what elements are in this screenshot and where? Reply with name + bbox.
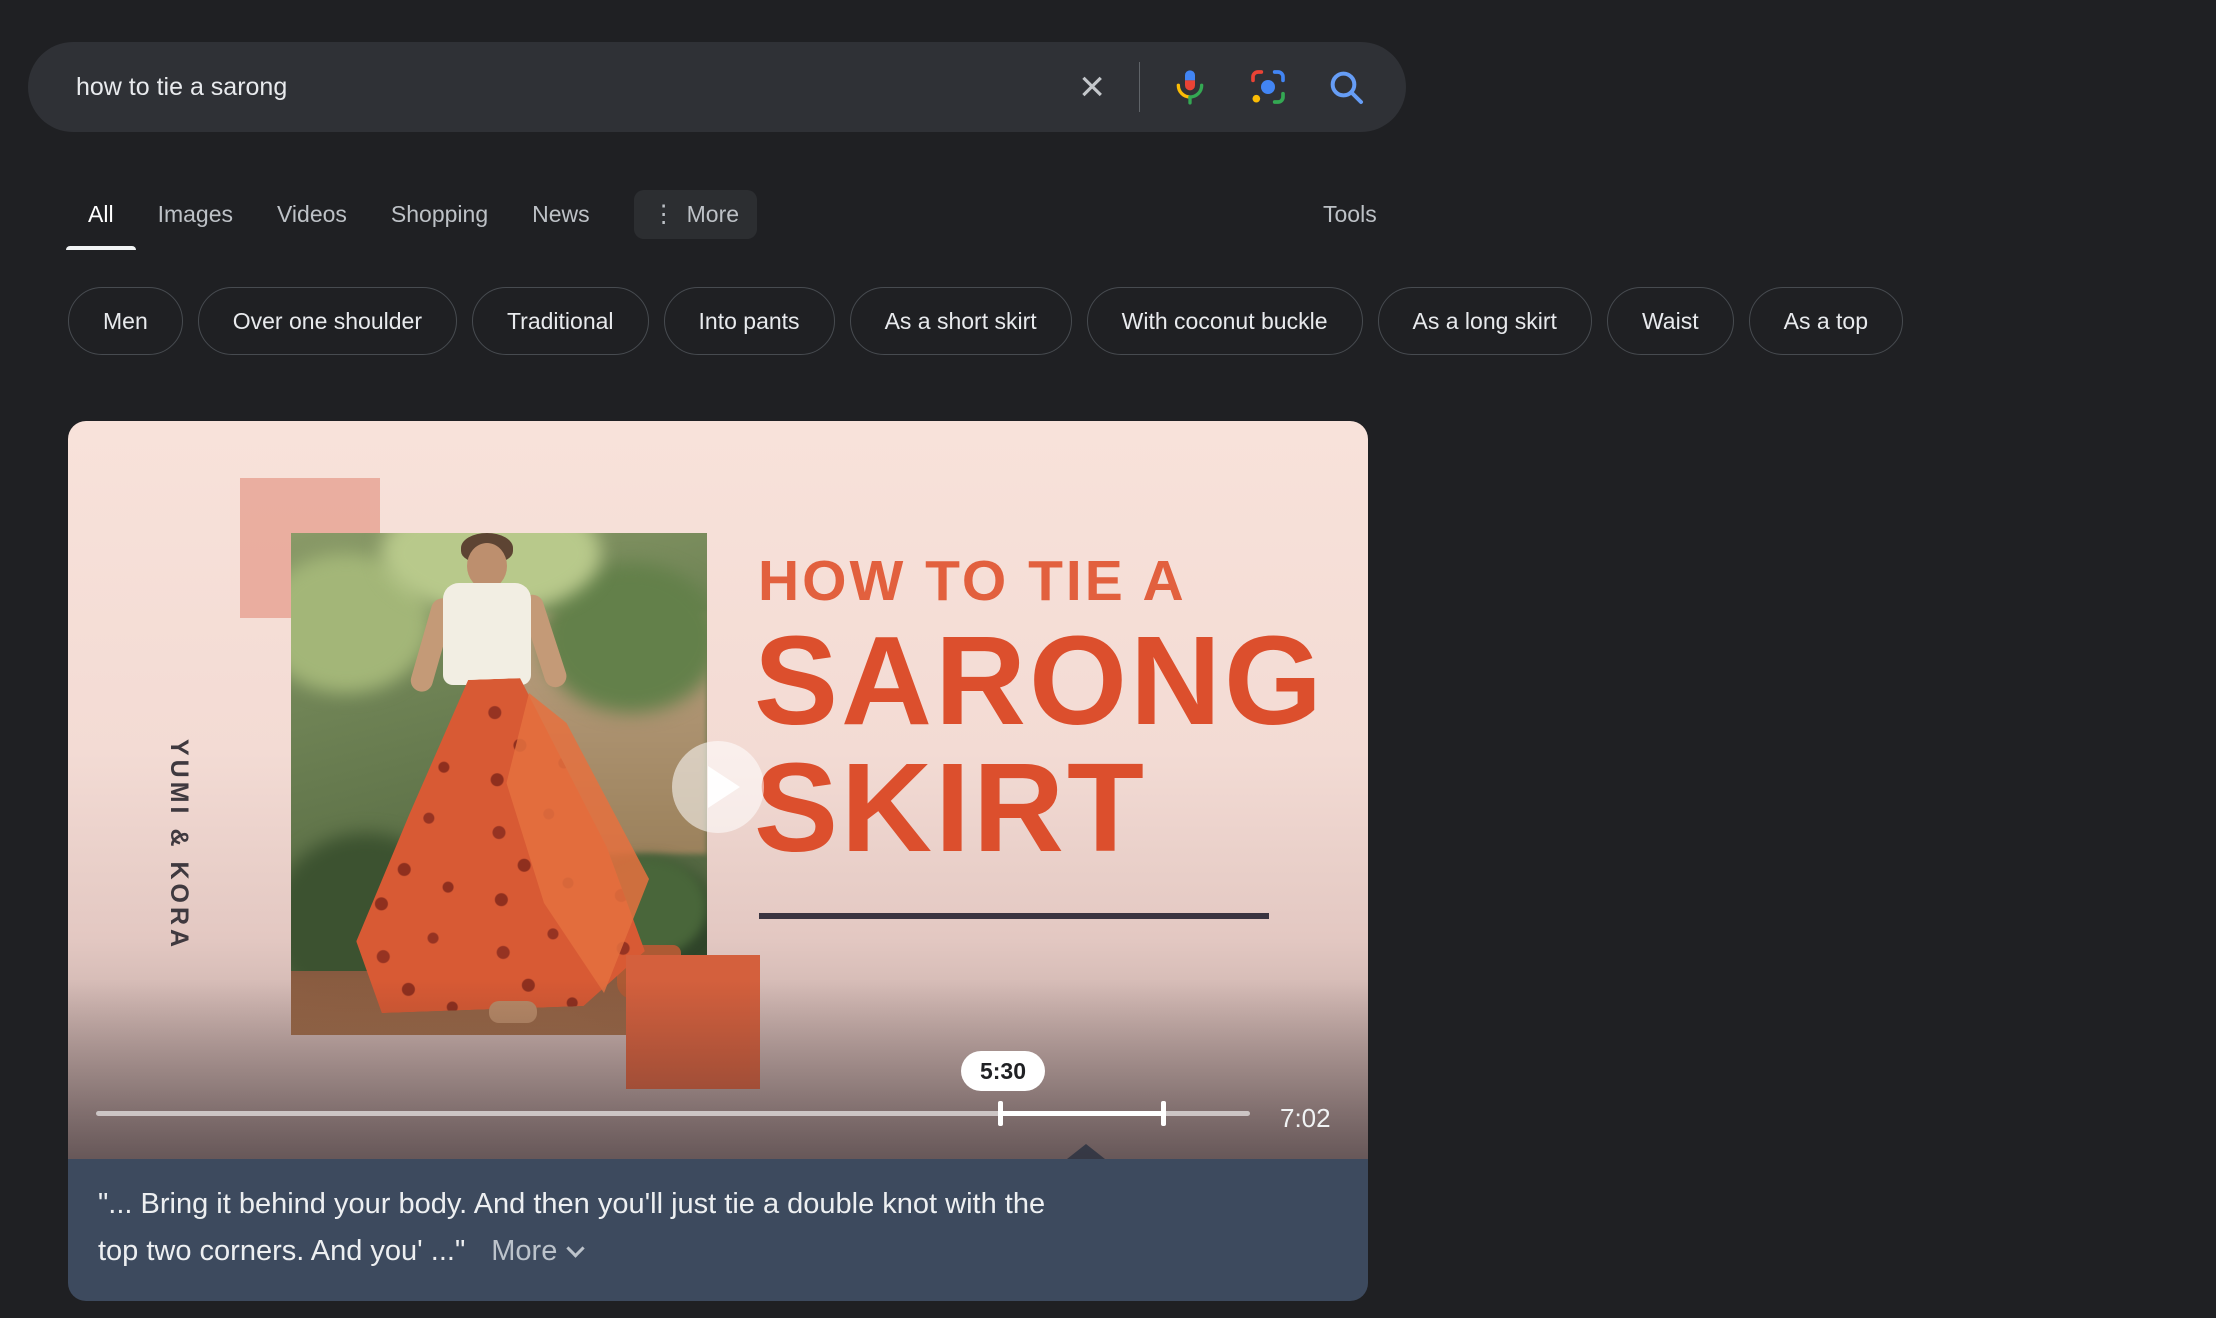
chip-over-one-shoulder[interactable]: Over one shoulder — [198, 287, 457, 355]
chip-label: With coconut buckle — [1122, 308, 1328, 335]
key-moment-end-marker — [1161, 1101, 1166, 1126]
tab-news[interactable]: News — [532, 178, 590, 250]
search-input[interactable]: how to tie a sarong — [76, 73, 1079, 102]
play-button[interactable] — [672, 741, 764, 833]
tab-all-label: All — [88, 201, 114, 228]
tools-button[interactable]: Tools — [1323, 178, 1377, 250]
clear-icon[interactable]: × — [1079, 65, 1105, 109]
tab-more[interactable]: ⋮ More — [634, 178, 757, 250]
thumbnail-bottom-gradient — [68, 979, 1368, 1159]
chip-label: Into pants — [699, 308, 800, 335]
tab-videos[interactable]: Videos — [277, 178, 347, 250]
chip-label: Men — [103, 308, 148, 335]
chip-with-coconut-buckle[interactable]: With coconut buckle — [1087, 287, 1363, 355]
key-moment-segment[interactable] — [1000, 1111, 1163, 1116]
tab-images-label: Images — [158, 201, 233, 228]
caption-line-2: top two corners. And you' ..." — [98, 1235, 465, 1267]
mic-icon-svg — [1170, 67, 1210, 107]
more-label: More — [491, 1235, 557, 1267]
magnifier-icon-svg — [1326, 67, 1366, 107]
video-duration: 7:02 — [1280, 1103, 1331, 1134]
google-lens-icon[interactable] — [1248, 67, 1288, 107]
google-search-results-page: how to tie a sarong × — [0, 0, 2216, 1318]
thumbnail-title-line-3: SKIRT — [754, 745, 1147, 871]
chip-men[interactable]: Men — [68, 287, 183, 355]
search-icon[interactable] — [1326, 67, 1366, 107]
person-crop-top — [443, 583, 531, 685]
chip-label: As a short skirt — [885, 308, 1037, 335]
tab-more-label: More — [687, 201, 739, 228]
chip-label: As a long skirt — [1413, 308, 1557, 335]
tab-images[interactable]: Images — [158, 178, 233, 250]
chip-into-pants[interactable]: Into pants — [664, 287, 835, 355]
chip-traditional[interactable]: Traditional — [472, 287, 649, 355]
result-tabs: All Images Videos Shopping News ⋮ More — [88, 178, 757, 250]
caption-more-link[interactable]: More — [491, 1235, 582, 1267]
tab-news-label: News — [532, 201, 590, 228]
current-time-badge: 5:30 — [961, 1051, 1045, 1091]
video-transcript-caption: "... Bring it behind your body. And then… — [68, 1159, 1368, 1301]
video-result-card[interactable]: YUMI & KORA HOW TO TIE A SARONG SKIRT 5:… — [68, 421, 1368, 1301]
thumbnail-title-line-1: HOW TO TIE A — [758, 553, 1187, 610]
chip-waist[interactable]: Waist — [1607, 287, 1734, 355]
filter-chips-row: Men Over one shoulder Traditional Into p… — [68, 287, 1903, 355]
search-bar-divider — [1139, 62, 1140, 112]
chevron-down-icon — [567, 1239, 585, 1257]
more-menu-icon: ⋮ — [652, 200, 676, 229]
chip-label: Waist — [1642, 308, 1699, 335]
chip-as-a-top[interactable]: As a top — [1749, 287, 1903, 355]
lens-icon-svg — [1248, 67, 1288, 107]
person-figure — [349, 533, 649, 1035]
progress-handle[interactable] — [998, 1101, 1003, 1126]
chip-label: As a top — [1784, 308, 1868, 335]
tab-videos-label: Videos — [277, 201, 347, 228]
tab-shopping[interactable]: Shopping — [391, 178, 488, 250]
chip-as-a-long-skirt[interactable]: As a long skirt — [1378, 287, 1592, 355]
thumbnail-title-underline — [759, 913, 1269, 919]
video-thumbnail[interactable]: YUMI & KORA HOW TO TIE A SARONG SKIRT 5:… — [68, 421, 1368, 1159]
chip-label: Over one shoulder — [233, 308, 422, 335]
play-icon — [708, 766, 740, 808]
caption-text: "... Bring it behind your body. And then… — [98, 1181, 1338, 1275]
voice-search-mic-icon[interactable] — [1170, 67, 1210, 107]
tab-all[interactable]: All — [88, 178, 114, 250]
chip-label: Traditional — [507, 308, 614, 335]
caption-line-1: "... Bring it behind your body. And then… — [98, 1181, 1338, 1228]
chip-as-a-short-skirt[interactable]: As a short skirt — [850, 287, 1072, 355]
thumbnail-title-line-2: SARONG — [754, 618, 1325, 744]
tab-shopping-label: Shopping — [391, 201, 488, 228]
search-bar[interactable]: how to tie a sarong × — [28, 42, 1406, 132]
